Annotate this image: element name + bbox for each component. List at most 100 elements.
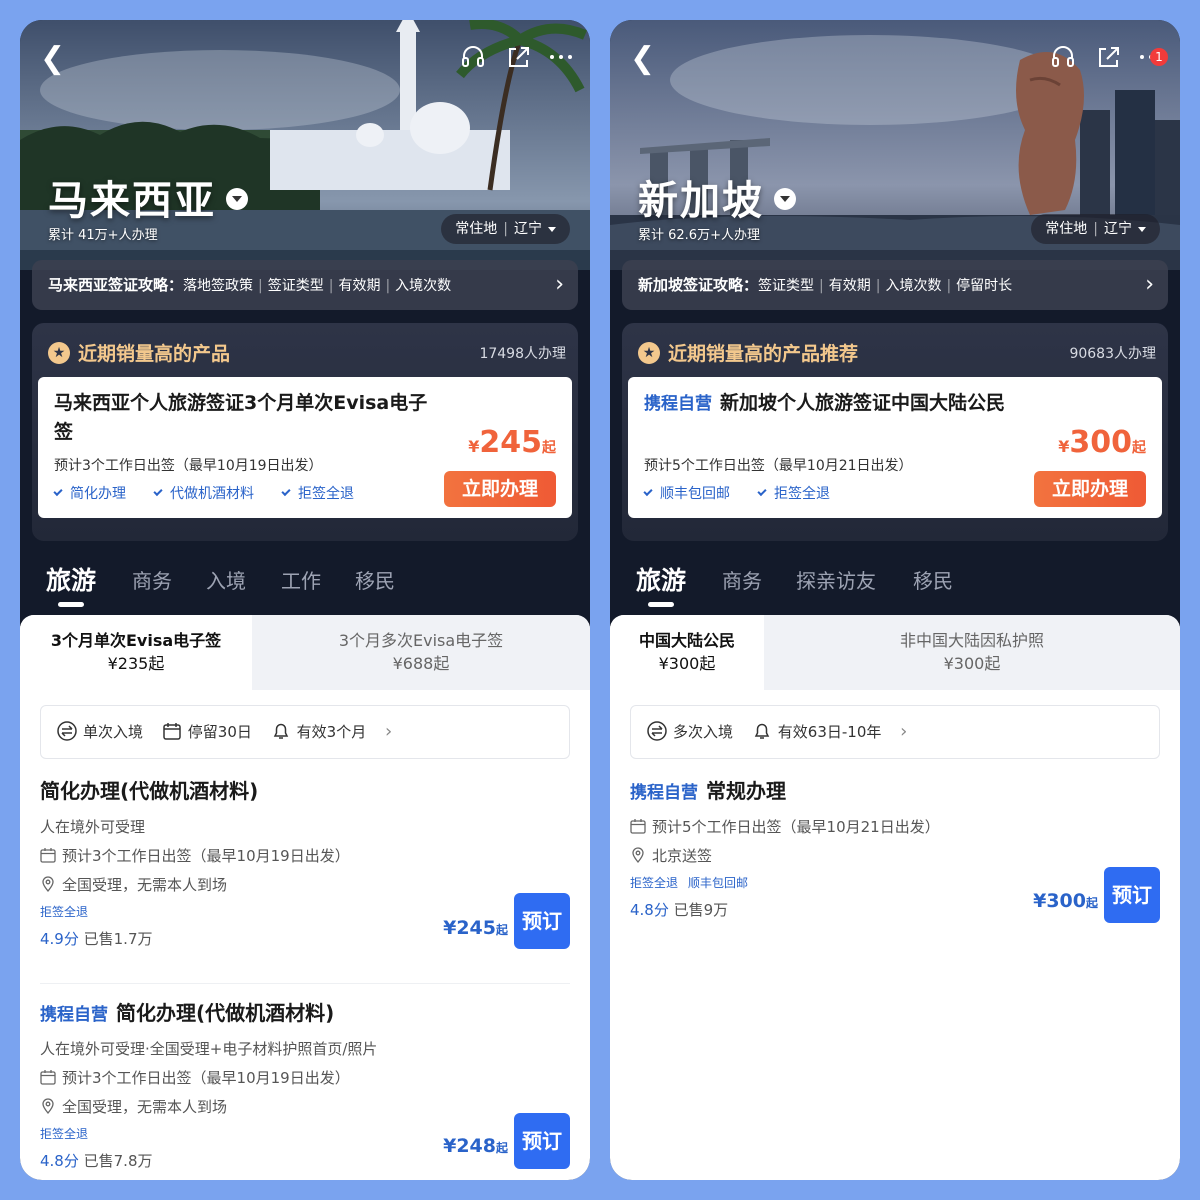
notification-badge: 1 — [1150, 48, 1168, 66]
more-icon[interactable] — [548, 44, 574, 70]
tab-tourism[interactable]: 旅游 — [636, 561, 686, 607]
back-icon[interactable]: ❮ — [40, 44, 65, 74]
visa-info-bar[interactable]: 单次入境 停留30日 有效3个月 › — [40, 705, 570, 759]
item-location: 全国受理，无需本人到场 — [40, 1096, 570, 1117]
item-location: 全国受理，无需本人到场 — [40, 874, 570, 895]
applied-count: 累计 62.6万+人办理 — [638, 228, 760, 243]
sales-count: 17498人办理 — [479, 346, 566, 362]
headset-icon[interactable] — [1050, 44, 1076, 70]
location-icon — [632, 846, 644, 863]
country-title[interactable]: 新加坡 — [638, 168, 796, 226]
list-item[interactable]: 携程自营 简化办理(代做机酒材料) 人在境外可受理·全国受理+电子材料护照首页/照… — [40, 997, 570, 1180]
check-icon — [643, 486, 653, 497]
item-title: 携程自营 简化办理(代做机酒材料) — [40, 1001, 335, 1025]
item-desc: 人在境外可受理 — [40, 818, 146, 836]
caret-down-icon — [548, 226, 556, 232]
item-estimate: 预计3个工作日出签（最早10月19日出发） — [40, 1067, 570, 1088]
calendar-icon — [163, 722, 181, 740]
featured-product[interactable]: 携程自营 新加坡个人旅游签证中国大陆公民 预计5个工作日出签（最早10月21日出发… — [628, 377, 1162, 518]
product-price: ¥300起 — [1058, 425, 1146, 460]
item-tags: 拒签全退 顺丰包回邮 — [630, 876, 749, 890]
visa-guide-bar[interactable]: 马来西亚签证攻略：落地签政策 | 签证类型 | 有效期 | 入境次数 › — [32, 260, 578, 310]
tab-immigration[interactable]: 移民 — [913, 565, 953, 594]
tab-entry[interactable]: 入境 — [206, 565, 246, 594]
applied-count: 累计 41万+人办理 — [48, 228, 158, 243]
bell-icon — [273, 723, 288, 739]
ctrip-self-operated-badge: 携程自营 — [630, 783, 698, 803]
product-title: 携程自营 新加坡个人旅游签证中国大陆公民 — [644, 389, 1024, 419]
check-icon — [53, 486, 63, 497]
tab-family-visit[interactable]: 探亲访友 — [796, 565, 876, 594]
top-nav: ❮ 1 — [610, 40, 1180, 80]
sales-count: 90683人办理 — [1069, 346, 1156, 362]
product-list: 非中国大陆因私护照 ¥300起 中国大陆公民 ¥300起 多次入境 有效63日-10… — [610, 615, 1180, 1180]
chevron-right-icon: › — [1145, 272, 1154, 297]
subtab-multi-entry[interactable]: 3个月多次Evisa电子签 ¥688起 — [252, 615, 590, 690]
calendar-icon — [630, 818, 646, 834]
top-nav: ❮ — [20, 40, 590, 80]
location-icon — [42, 1097, 54, 1114]
subtab-non-mainland[interactable]: 非中国大陆因私护照 ¥300起 — [764, 615, 1180, 690]
divider — [40, 983, 570, 984]
apply-now-button[interactable]: 立即办理 — [1034, 471, 1146, 507]
tab-business[interactable]: 商务 — [722, 565, 762, 594]
item-location: 北京送签 — [630, 845, 1160, 866]
tab-business[interactable]: 商务 — [132, 565, 172, 594]
chevron-right-icon: › — [900, 721, 908, 742]
check-icon — [281, 486, 291, 497]
apply-now-button[interactable]: 立即办理 — [444, 471, 556, 507]
chevron-down-icon[interactable] — [774, 188, 796, 210]
tab-immigration[interactable]: 移民 — [355, 565, 395, 594]
residence-selector[interactable]: 常住地 | 辽宁 — [1031, 214, 1160, 244]
visa-type-tabs: 旅游 商务 探亲访友 移民 — [610, 555, 1180, 615]
star-icon: ★ — [638, 341, 660, 364]
chevron-right-icon: › — [385, 721, 393, 742]
product-estimate: 预计3个工作日出签（最早10月19日出发） — [54, 458, 323, 474]
subtab-mainland-citizen[interactable]: 中国大陆公民 ¥300起 — [610, 615, 764, 690]
product-title: 马来西亚个人旅游签证3个月单次Evisa电子签 — [54, 392, 428, 443]
item-estimate: 预计5个工作日出签（最早10月21日出发） — [630, 816, 1160, 837]
book-button[interactable]: 预订 — [514, 1113, 570, 1169]
visa-guide-bar[interactable]: 新加坡签证攻略：签证类型 | 有效期 | 入境次数 | 停留时长 › — [622, 260, 1168, 310]
tab-tourism[interactable]: 旅游 — [46, 561, 96, 607]
product-tags: 简化办理 代做机酒材料 拒签全退 — [53, 483, 382, 503]
back-icon[interactable]: ❮ — [630, 44, 655, 74]
tab-work[interactable]: 工作 — [281, 565, 321, 594]
share-icon[interactable] — [506, 44, 532, 70]
location-icon — [42, 875, 54, 892]
item-estimate: 预计3个工作日出签（最早10月19日出发） — [40, 845, 570, 866]
residence-selector[interactable]: 常住地 | 辽宁 — [441, 214, 570, 244]
share-icon[interactable] — [1096, 44, 1122, 70]
singapore-visa-screen: ❮ 1 新加坡 累计 62.6万+人办理 常住地 | 辽宁 新加坡签证攻略：签证类型… — [610, 20, 1180, 1180]
headset-icon[interactable] — [460, 44, 486, 70]
book-button[interactable]: 预订 — [1104, 867, 1160, 923]
sales-heading: ★ 近期销量高的产品推荐 — [638, 339, 858, 366]
caret-down-icon — [1138, 226, 1146, 232]
check-icon — [757, 486, 767, 497]
item-price: ¥245起 — [443, 917, 508, 939]
item-title: 简化办理(代做机酒材料) — [40, 779, 259, 803]
product-list: 3个月多次Evisa电子签 ¥688起 3个月单次Evisa电子签 ¥235起 单次… — [20, 615, 590, 1180]
product-tags: 顺丰包回邮 拒签全退 — [643, 483, 858, 503]
featured-product[interactable]: 马来西亚个人旅游签证3个月单次Evisa电子签 预计3个工作日出签（最早10月1… — [38, 377, 572, 518]
item-desc: 人在境外可受理·全国受理+电子材料护照首页/照片 — [40, 1040, 378, 1058]
product-price: ¥245起 — [468, 425, 556, 460]
chevron-right-icon: › — [555, 272, 564, 297]
list-item[interactable]: 简化办理(代做机酒材料) 人在境外可受理 预计3个工作日出签（最早10月19日出… — [40, 775, 570, 975]
calendar-icon — [40, 847, 56, 863]
country-title[interactable]: 马来西亚 — [48, 168, 248, 226]
star-icon: ★ — [48, 341, 70, 364]
visa-type-tabs: 旅游 商务 入境 工作 移民 — [20, 555, 590, 615]
ctrip-self-operated-badge: 携程自营 — [40, 1005, 108, 1025]
book-button[interactable]: 预订 — [514, 893, 570, 949]
subtab-single-entry[interactable]: 3个月单次Evisa电子签 ¥235起 — [20, 615, 252, 690]
visa-info-bar[interactable]: 多次入境 有效63日-10年 › — [630, 705, 1160, 759]
list-item[interactable]: 携程自营 常规办理 预计5个工作日出签（最早10月21日出发） 北京送签 拒签全退… — [630, 775, 1160, 945]
chevron-down-icon[interactable] — [226, 188, 248, 210]
check-icon — [153, 486, 163, 497]
sales-heading: ★ 近期销量高的产品 — [48, 339, 230, 366]
top-sales-card: ★ 近期销量高的产品推荐 90683人办理 携程自营 新加坡个人旅游签证中国大陆公民… — [622, 323, 1168, 541]
item-price: ¥300起 — [1033, 890, 1098, 912]
entry-icon — [57, 720, 77, 741]
ctrip-self-operated-badge: 携程自营 — [644, 394, 712, 414]
